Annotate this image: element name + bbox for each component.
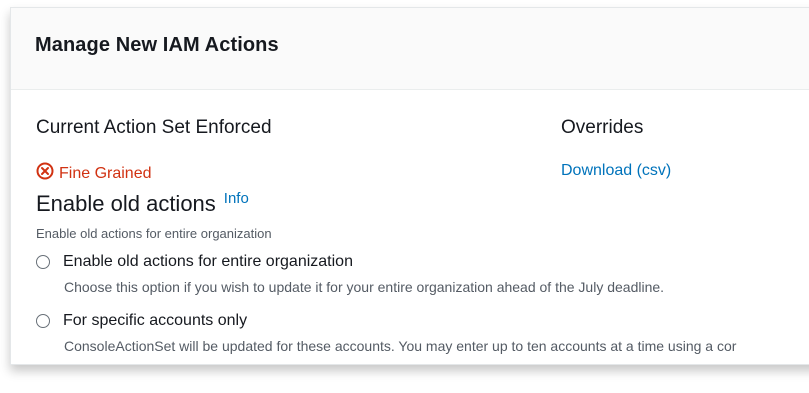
status-text: Fine Grained [59,164,152,182]
panel-title: Manage New IAM Actions [35,34,279,56]
status-badge: Fine Grained [36,162,152,185]
download-csv-link[interactable]: Download (csv) [561,162,671,180]
radio-button-specific-accounts[interactable] [36,314,50,328]
section-title: Enable old actions [36,191,216,216]
radio-option-entire-org[interactable]: Enable old actions for entire organizati… [36,253,353,271]
radio-option-specific-accounts[interactable]: For specific accounts only [36,312,247,330]
info-link[interactable]: Info [224,190,249,207]
radio-label: For specific accounts only [63,312,248,329]
radio-description: ConsoleActionSet will be updated for the… [64,338,737,354]
section-description: Enable old actions for entire organizati… [36,226,272,241]
radio-button-entire-org[interactable] [36,255,50,269]
error-circle-x-icon [36,162,59,185]
overrides-label: Overrides [561,117,644,138]
radio-description: Choose this option if you wish to update… [64,279,665,295]
panel-header: Manage New IAM Actions [11,8,809,90]
radio-label: Enable old actions for entire organizati… [63,253,353,270]
current-action-set-label: Current Action Set Enforced [36,117,272,138]
enable-old-actions-heading: Enable old actions Info [36,190,249,217]
manage-iam-actions-panel: Manage New IAM Actions Current Action Se… [10,7,809,365]
screenshot-stage: Manage New IAM Actions Current Action Se… [0,0,809,393]
